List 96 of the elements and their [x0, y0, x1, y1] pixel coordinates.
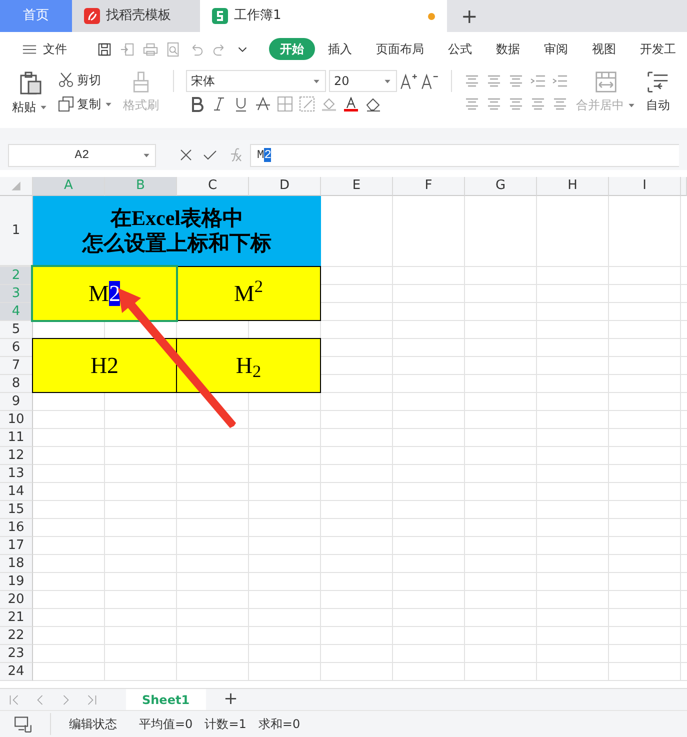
column-header[interactable]: H [537, 177, 609, 196]
average-value: 平均值=0 [139, 716, 193, 733]
editing-cell[interactable]: M2 [32, 266, 177, 321]
save-icon[interactable] [97, 42, 112, 56]
file-menu[interactable]: 文件 [8, 38, 78, 60]
fill-color-icon[interactable] [321, 96, 337, 112]
export-icon[interactable] [120, 42, 135, 56]
ribbon-tab[interactable]: 数据 [485, 38, 531, 60]
row-header[interactable]: 20 [0, 591, 33, 609]
align-icon[interactable] [508, 73, 524, 89]
copy-button[interactable]: 复制 [56, 94, 115, 114]
column-header[interactable]: I [609, 177, 681, 196]
last-sheet-icon[interactable] [86, 694, 98, 706]
new-tab-button[interactable]: + [447, 0, 492, 32]
row-header[interactable]: 10 [0, 411, 33, 429]
add-sheet-button[interactable]: + [220, 691, 242, 708]
window-tab[interactable]: 找稻壳模板 [72, 0, 200, 32]
ribbon-tab[interactable]: 插入 [317, 38, 363, 60]
row-header[interactable]: 1 [0, 196, 33, 266]
ribbon-tab[interactable]: 审阅 [533, 38, 579, 60]
merge-cells-icon [595, 71, 617, 93]
first-sheet-icon[interactable] [8, 694, 20, 706]
ribbon-tab[interactable]: 页面布局 [365, 38, 435, 60]
bold-icon[interactable] [189, 96, 205, 112]
italic-icon[interactable] [211, 96, 227, 112]
indent-icon[interactable] [552, 73, 568, 89]
row-header[interactable]: 21 [0, 609, 33, 627]
row-header[interactable]: 14 [0, 483, 33, 501]
table-cell[interactable]: H2 [32, 338, 177, 393]
ribbon-tab[interactable]: 开发工 [629, 38, 687, 60]
underline-icon[interactable] [233, 96, 249, 112]
wrap-text-icon [647, 71, 669, 93]
eraser-icon[interactable] [365, 96, 381, 112]
cell-style-icon[interactable] [299, 96, 315, 112]
row-header[interactable]: 9 [0, 393, 33, 411]
row-header[interactable]: 12 [0, 447, 33, 465]
align-icon[interactable] [464, 96, 480, 112]
paste-button[interactable]: 粘贴 [10, 70, 50, 128]
scissors-icon [58, 72, 74, 88]
spreadsheet-logo-icon [212, 8, 228, 24]
column-header[interactable] [681, 177, 687, 196]
row-header[interactable]: 16 [0, 519, 33, 537]
row-header[interactable]: 17 [0, 537, 33, 555]
column-header[interactable]: C [177, 177, 249, 196]
formula-field[interactable]: M2 [250, 144, 679, 166]
docer-logo-icon [84, 8, 100, 24]
row-header[interactable]: 6 [0, 339, 33, 357]
monitor-icon[interactable] [14, 715, 32, 733]
column-header[interactable]: D [249, 177, 321, 196]
row-header[interactable]: 23 [0, 645, 33, 663]
print-preview-icon[interactable] [166, 42, 181, 56]
font-name-dropdown[interactable]: 宋体 [186, 70, 326, 92]
count-value: 计数=1 [204, 716, 246, 733]
increase-font-icon[interactable] [400, 72, 418, 90]
cut-button[interactable]: 剪切 [56, 70, 115, 90]
edit-status: 编辑状态 [69, 716, 117, 733]
align-icon[interactable] [552, 96, 568, 112]
title-cell[interactable]: 在Excel表格中 怎么设置上标和下标 [33, 196, 321, 266]
font-color-icon[interactable] [343, 96, 359, 112]
row-header[interactable]: 15 [0, 501, 33, 519]
ribbon-tab[interactable]: 视图 [581, 38, 627, 60]
row-header[interactable]: 24 [0, 663, 33, 681]
row-header[interactable]: 5 [0, 321, 33, 339]
table-cell[interactable]: H$_{2}$ [176, 338, 321, 393]
row-header[interactable]: 8 [0, 375, 33, 393]
row-header[interactable]: 22 [0, 627, 33, 645]
align-icon[interactable] [530, 96, 546, 112]
decrease-font-icon[interactable] [421, 72, 439, 90]
align-icon[interactable] [486, 73, 502, 89]
select-all-corner[interactable] [0, 177, 33, 196]
clipboard-icon [18, 71, 42, 95]
print-icon[interactable] [143, 42, 158, 56]
column-header[interactable]: F [393, 177, 465, 196]
row-header[interactable]: 11 [0, 429, 33, 447]
align-icon[interactable] [508, 96, 524, 112]
row-header[interactable]: 7 [0, 357, 33, 375]
column-header[interactable]: G [465, 177, 537, 196]
row-header[interactable]: 13 [0, 465, 33, 483]
strikethrough-icon[interactable] [255, 96, 271, 112]
ribbon-tab[interactable]: 公式 [437, 38, 483, 60]
sum-value: 求和=0 [258, 716, 300, 733]
name-box[interactable]: A2 [8, 144, 156, 166]
table-cell[interactable]: M$^{2}$ [176, 266, 321, 321]
column-header[interactable]: E [321, 177, 393, 196]
row-header[interactable]: 19 [0, 573, 33, 591]
row-header[interactable]: 18 [0, 555, 33, 573]
borders-icon[interactable] [277, 96, 293, 112]
window-tab[interactable]: 工作簿1 [200, 0, 447, 32]
cancel-icon[interactable] [178, 147, 194, 163]
copy-icon [58, 96, 74, 112]
font-size-dropdown[interactable]: 20 [329, 70, 397, 92]
corner-triangle-icon [11, 181, 21, 191]
indent-icon[interactable] [530, 73, 546, 89]
wrap-text-button[interactable]: 自动 [644, 70, 672, 128]
align-icon[interactable] [486, 96, 502, 112]
align-icon[interactable] [464, 73, 480, 89]
